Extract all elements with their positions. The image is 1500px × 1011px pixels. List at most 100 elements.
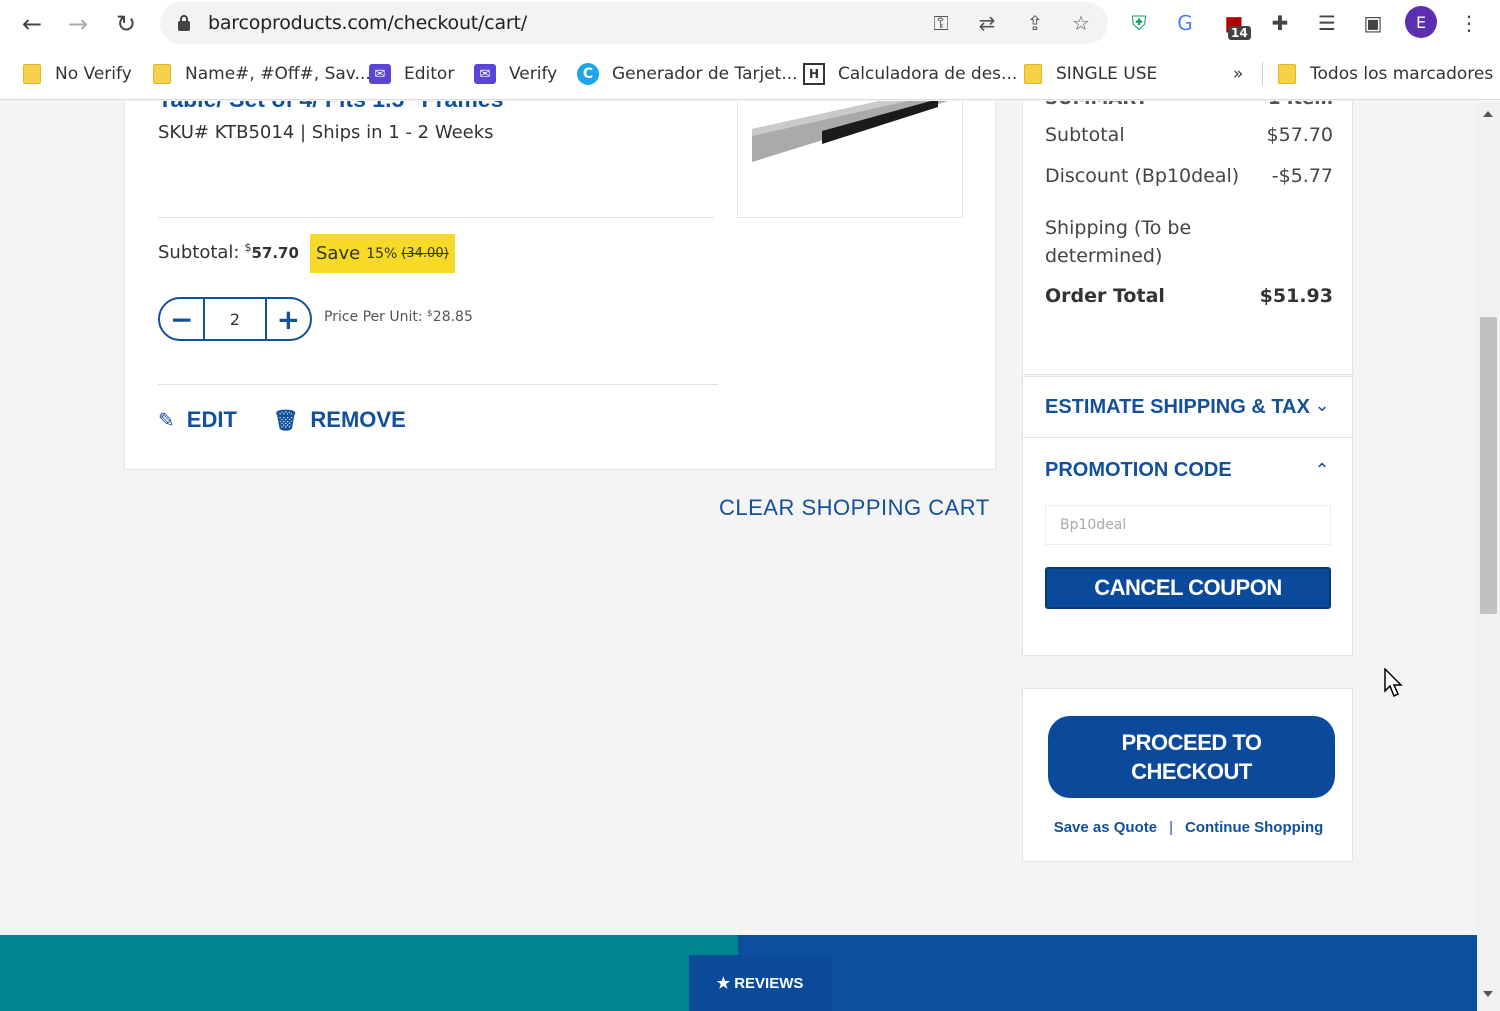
summary-header: SUMMARY 1 Item — [1045, 101, 1333, 109]
bookmarks-bar: No Verify Name#, #Off#, Sav... ✉ Editor ✉… — [0, 48, 1500, 100]
translate-icon[interactable]: ⇄ — [974, 10, 1000, 36]
checkout-line-2: CHECKOUT — [1131, 759, 1252, 784]
edit-button[interactable]: ✎ EDIT — [158, 407, 237, 433]
bookmark-no-verify[interactable]: No Verify — [23, 62, 132, 86]
hi-logo-icon: H — [803, 63, 825, 85]
summary-row-discount: Discount (Bp10deal) -$5.77 — [1045, 165, 1333, 187]
scroll-down-icon[interactable] — [1483, 991, 1493, 997]
shield-extension-icon[interactable]: ⛨ — [1124, 8, 1154, 38]
price-per-unit: Price Per Unit: $28.85 — [324, 309, 473, 325]
bookmark-label: Editor — [404, 64, 455, 84]
remove-button[interactable]: 🗑 REMOVE — [273, 407, 406, 433]
save-label: Save — [316, 243, 361, 264]
save-badge: Save 15% (34.00) — [310, 234, 455, 273]
bookmark-verify[interactable]: ✉ Verify — [474, 62, 557, 86]
menu-dots-icon[interactable]: ⋮ — [1454, 8, 1484, 38]
bookmarks-overflow-button[interactable]: » — [1233, 62, 1243, 86]
share-icon[interactable]: ⇪ — [1022, 10, 1048, 36]
product-image[interactable] — [737, 101, 963, 218]
puzzle-icon[interactable]: ✚ — [1265, 8, 1295, 38]
lock-icon — [178, 15, 190, 31]
url-text[interactable]: barcoproducts.com/checkout/cart/ — [208, 12, 527, 34]
browser-toolbar: ← → ↻ barcoproducts.com/checkout/cart/ ⚿… — [0, 0, 1500, 48]
bookmark-label: Verify — [509, 64, 558, 84]
product-image-graphic — [752, 101, 948, 162]
quantity-stepper: − 2 + — [158, 297, 312, 341]
reading-list-icon[interactable]: ☰ — [1312, 8, 1342, 38]
cancel-coupon-button[interactable]: CANCEL COUPON — [1045, 567, 1331, 609]
mail-icon: ✉ — [474, 64, 496, 84]
order-total-value: $51.93 — [1259, 285, 1333, 307]
product-title[interactable]: Table/ Set of 4/ Fits 1.5" Frames — [158, 101, 503, 113]
checkout-line-1: PROCEED TO — [1121, 730, 1262, 755]
currency-symbol: $ — [427, 309, 433, 319]
trash-icon: 🗑 — [273, 408, 299, 432]
row-value: -$5.77 — [1271, 165, 1333, 187]
quantity-input[interactable]: 2 — [203, 299, 267, 339]
folder-icon — [1278, 64, 1296, 84]
estimate-title[interactable]: ESTIMATE SHIPPING & TAX — [1045, 396, 1310, 419]
reviews-tab[interactable]: ★ REVIEWS — [689, 955, 831, 1011]
google-translate-icon[interactable]: G — [1170, 8, 1200, 38]
bookmark-calculadora[interactable]: H Calculadora de des... — [803, 62, 1017, 86]
side-panel-icon[interactable]: ▣ — [1358, 8, 1388, 38]
folder-icon — [153, 64, 171, 84]
save-as-quote-link[interactable]: Save as Quote — [1054, 819, 1157, 836]
bookmark-editor[interactable]: ✉ Editor — [369, 62, 454, 86]
link-separator: | — [1169, 819, 1173, 836]
order-summary: SUMMARY 1 Item Subtotal $57.70 Discount … — [1022, 101, 1353, 375]
promo-title[interactable]: PROMOTION CODE — [1045, 459, 1232, 482]
promotion-code-section: PROMOTION CODE ⌃ Bp10deal CANCEL COUPON — [1022, 437, 1353, 656]
bookmark-label: Calculadora de des... — [838, 64, 1018, 84]
footer-teal-section — [0, 935, 738, 1011]
row-label: Discount (Bp10deal) — [1045, 165, 1240, 187]
extension-badge: 14 — [1228, 26, 1251, 40]
back-arrow-icon[interactable]: ← — [16, 8, 48, 40]
promo-code-input[interactable]: Bp10deal — [1045, 505, 1331, 545]
item-subtotal: Subtotal: $ 57.70 — [158, 241, 299, 263]
edit-icon: ✎ — [158, 408, 175, 432]
avatar[interactable]: E — [1405, 6, 1437, 38]
scrollbar-thumb[interactable] — [1480, 317, 1497, 614]
remove-label: REMOVE — [310, 407, 406, 432]
scrollbar[interactable] — [1477, 101, 1500, 1011]
divider — [158, 217, 714, 218]
save-percent: 15% — [366, 245, 398, 262]
mouse-cursor-icon — [1384, 668, 1403, 698]
summary-row-subtotal: Subtotal $57.70 — [1045, 124, 1333, 146]
footer-bar: ★ REVIEWS — [0, 935, 1477, 1011]
forward-arrow-icon[interactable]: → — [62, 8, 94, 40]
star-icon[interactable]: ☆ — [1068, 10, 1094, 36]
summary-title: SUMMARY — [1045, 101, 1148, 109]
bookmark-generador[interactable]: C Generador de Tarjet... — [577, 62, 798, 86]
chevron-up-icon[interactable]: ⌃ — [1312, 460, 1332, 481]
summary-count: 1 Item — [1268, 101, 1333, 109]
folder-icon — [23, 64, 41, 84]
reload-icon[interactable]: ↻ — [110, 8, 142, 40]
all-bookmarks[interactable]: Todos los marcadores — [1278, 62, 1493, 86]
bookmark-name[interactable]: Name#, #Off#, Sav... — [153, 62, 371, 86]
chevron-down-icon[interactable]: ⌄ — [1312, 395, 1332, 416]
cart-item-card: Table/ Set of 4/ Fits 1.5" Frames SKU# K… — [124, 101, 996, 470]
folder-icon — [1024, 64, 1042, 84]
proceed-to-checkout-button[interactable]: PROCEED TO CHECKOUT — [1048, 716, 1335, 798]
subtotal-label: Subtotal: — [158, 242, 240, 263]
plus-icon[interactable]: + — [267, 299, 310, 339]
divider — [158, 384, 718, 385]
bookmark-single-use[interactable]: SINGLE USE — [1024, 62, 1157, 86]
checkout-links: Save as Quote | Continue Shopping — [1023, 819, 1354, 836]
address-bar[interactable]: barcoproducts.com/checkout/cart/ ⚿ ⇄ ⇪ ☆ — [160, 2, 1108, 44]
key-icon[interactable]: ⚿ — [928, 10, 954, 36]
scroll-up-icon[interactable] — [1483, 111, 1493, 117]
minus-icon[interactable]: − — [160, 299, 203, 339]
estimate-shipping-section[interactable]: ESTIMATE SHIPPING & TAX ⌄ — [1022, 376, 1353, 438]
subtotal-value: 57.70 — [251, 243, 299, 262]
ppu-label: Price Per Unit: — [324, 309, 423, 325]
continue-shopping-link[interactable]: Continue Shopping — [1185, 819, 1323, 836]
c-logo-icon: C — [577, 63, 599, 85]
clear-cart-link[interactable]: CLEAR SHOPPING CART — [719, 495, 990, 521]
old-price: (34.00) — [401, 246, 449, 261]
bookmark-label: SINGLE USE — [1056, 64, 1158, 84]
row-label: Subtotal — [1045, 124, 1125, 146]
bookmarks-separator — [1262, 62, 1263, 86]
